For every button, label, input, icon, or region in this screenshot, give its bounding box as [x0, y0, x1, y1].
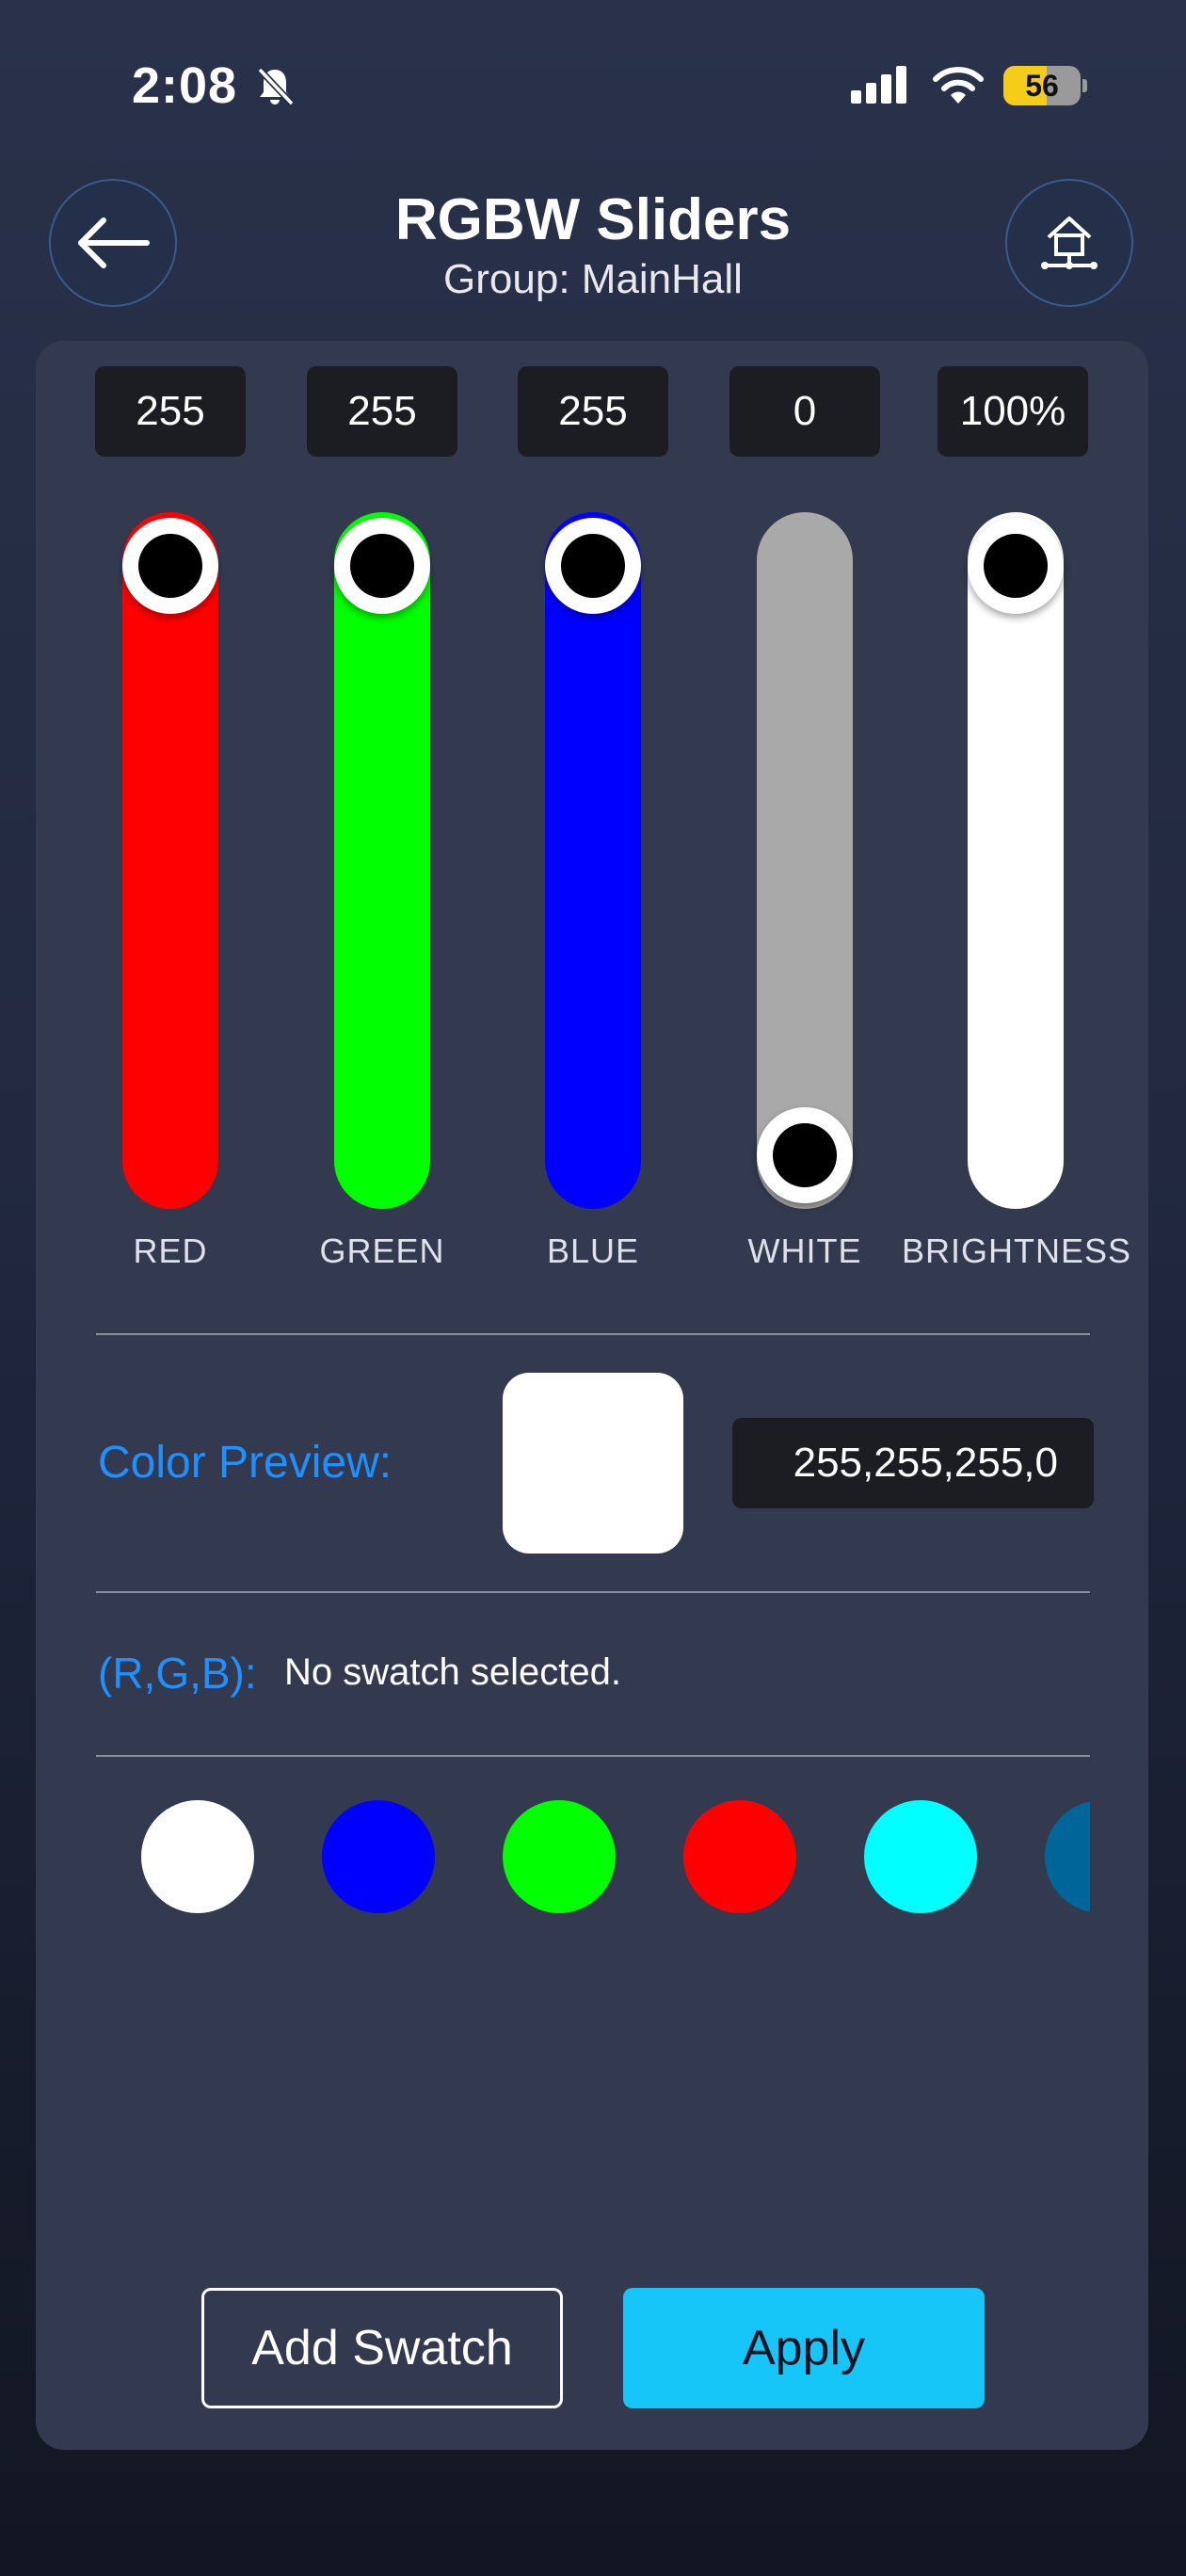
brightness-value-field[interactable]: 100%	[938, 366, 1088, 457]
green-value-field[interactable]: 255	[307, 366, 457, 457]
home-network-icon	[1041, 217, 1098, 269]
rgb-label: (R,G,B):	[98, 1649, 257, 1698]
add-swatch-button[interactable]: Add Swatch	[201, 2288, 563, 2408]
white-value-field[interactable]: 0	[729, 366, 880, 457]
color-preview-swatch	[503, 1373, 683, 1554]
blue-slider-thumb[interactable]	[545, 518, 641, 614]
blue-value-field[interactable]: 255	[518, 366, 668, 457]
white-label: WHITE	[747, 1232, 862, 1270]
brightness-slider[interactable]	[968, 512, 1064, 1209]
bell-muted-icon	[257, 67, 295, 106]
swatch-steel-blue[interactable]	[1045, 1800, 1090, 1913]
divider	[96, 1755, 1090, 1757]
color-preview-label: Color Preview:	[98, 1438, 393, 1488]
battery-indicator: 56	[1003, 66, 1081, 105]
battery-level: 56	[1025, 69, 1059, 103]
blue-slider[interactable]	[545, 512, 641, 1209]
home-button[interactable]	[1005, 179, 1133, 307]
brightness-slider-thumb[interactable]	[968, 518, 1064, 614]
swatch-white[interactable]	[141, 1800, 254, 1913]
swatch-blue[interactable]	[322, 1800, 435, 1913]
green-slider[interactable]	[334, 512, 430, 1209]
white-slider[interactable]	[757, 512, 853, 1209]
blue-label: BLUE	[546, 1232, 640, 1270]
red-label: RED	[133, 1232, 208, 1270]
red-slider[interactable]	[122, 512, 218, 1209]
swatch-list[interactable]	[96, 1798, 1090, 1915]
status-time: 2:08	[132, 57, 238, 114]
brightness-label: BRIGHTNESS	[901, 1232, 1132, 1270]
apply-button[interactable]: Apply	[623, 2288, 985, 2408]
white-slider-thumb[interactable]	[757, 1107, 853, 1203]
cellular-signal-icon	[851, 66, 906, 104]
color-value-field[interactable]: 255,255,255,0	[732, 1418, 1094, 1508]
red-slider-thumb[interactable]	[122, 518, 218, 614]
swatch-status-text: No swatch selected.	[284, 1651, 621, 1693]
swatch-cyan[interactable]	[864, 1800, 977, 1913]
red-value-field[interactable]: 255	[95, 366, 246, 457]
green-label: GREEN	[319, 1232, 445, 1270]
green-slider-thumb[interactable]	[334, 518, 430, 614]
wifi-icon	[933, 67, 984, 104]
divider	[96, 1333, 1090, 1335]
swatch-green[interactable]	[503, 1800, 616, 1913]
battery-nub	[1082, 79, 1087, 92]
divider	[96, 1591, 1090, 1593]
swatch-red[interactable]	[683, 1800, 796, 1913]
